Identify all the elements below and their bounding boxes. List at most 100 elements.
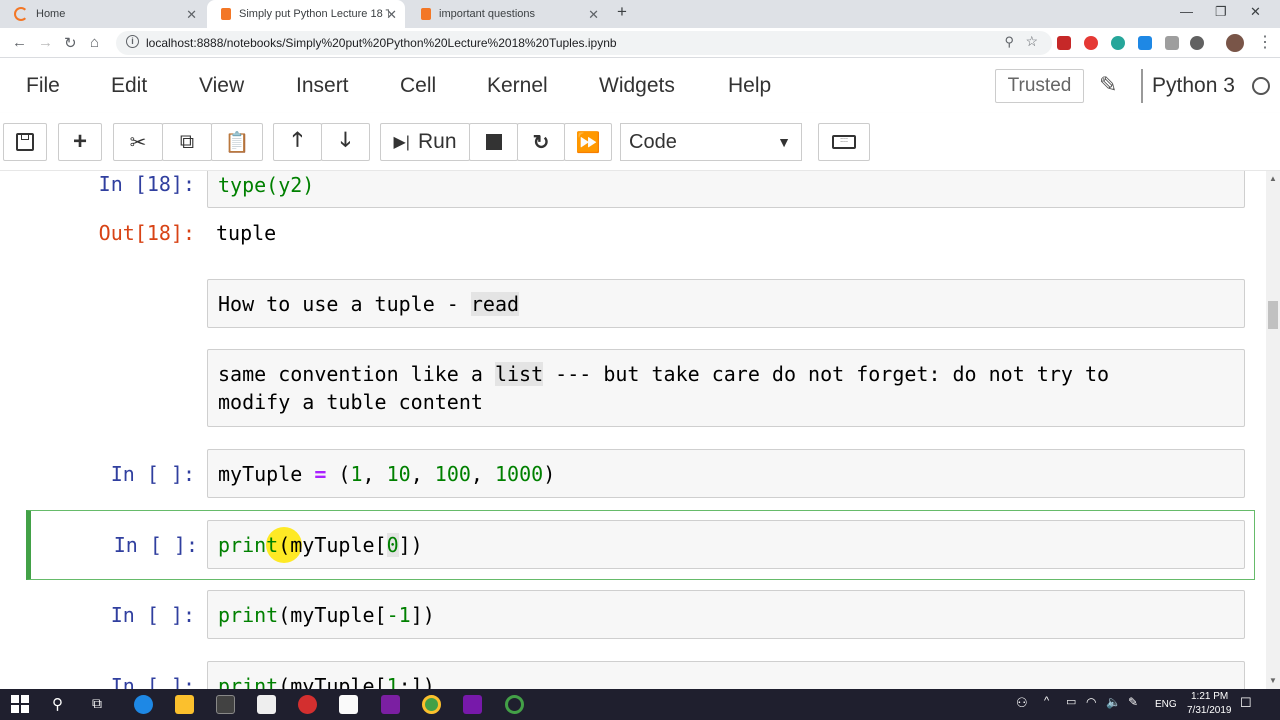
reload-icon[interactable]: ↻ xyxy=(64,34,77,52)
code-input[interactable]: print(myTuple[-1]) xyxy=(207,590,1245,639)
code-cell[interactable]: In [ ]: myTuple = (1, 10, 100, 1000) xyxy=(26,449,1255,499)
code-token: = xyxy=(314,462,327,486)
insert-cell-button[interactable]: + xyxy=(58,123,102,161)
extension-icon[interactable] xyxy=(1190,36,1204,50)
menu-edit[interactable]: Edit xyxy=(111,74,147,98)
move-down-button[interactable]: 🡓 xyxy=(321,123,370,161)
forward-icon[interactable]: → xyxy=(38,34,53,51)
markdown-input[interactable]: same convention like a list --- but take… xyxy=(207,349,1245,427)
restart-run-all-button[interactable]: ⏩ xyxy=(564,123,612,161)
markdown-cell[interactable]: How to use a tuple - read xyxy=(26,279,1255,329)
save-button[interactable] xyxy=(3,123,47,161)
code-input[interactable]: print(myTuple[0]) xyxy=(207,520,1245,569)
code-token: -1 xyxy=(386,603,411,627)
cut-button[interactable]: ✂ xyxy=(113,123,163,161)
wifi-icon[interactable]: ◠ xyxy=(1086,695,1105,714)
cell-type-select[interactable]: Code ▼ xyxy=(620,123,802,161)
menu-file[interactable]: File xyxy=(26,74,60,98)
scroll-up-icon[interactable]: ▲ xyxy=(1269,174,1277,183)
copy-button[interactable]: ⧉ xyxy=(162,123,212,161)
minimize-icon[interactable]: — xyxy=(1180,4,1193,19)
notebook-scrollbar[interactable]: ▲ ▼ xyxy=(1266,171,1280,689)
address-bar[interactable]: i localhost:8888/notebooks/Simply%20put%… xyxy=(116,31,1052,55)
notifications-icon[interactable]: ☐ xyxy=(1240,695,1259,714)
menu-insert[interactable]: Insert xyxy=(296,74,349,98)
chrome-icon[interactable] xyxy=(422,695,441,714)
browser-menu-icon[interactable]: ⋮ xyxy=(1257,32,1273,52)
code-input[interactable]: print(myTuple[1:]) xyxy=(207,661,1245,689)
tab-lecture[interactable]: Simply put Python Lecture 18 Tu ✕ xyxy=(207,0,405,28)
menu-view[interactable]: View xyxy=(199,74,244,98)
extension-icon[interactable] xyxy=(1138,36,1152,50)
code-input[interactable]: type(y2) xyxy=(207,171,1245,208)
code-cell[interactable]: In [ ]: print(myTuple[1:]) xyxy=(26,661,1255,689)
output-prompt: Out[18]: xyxy=(98,221,195,245)
trusted-button[interactable]: Trusted xyxy=(995,69,1084,103)
mail-icon[interactable] xyxy=(257,695,276,714)
clock-time[interactable]: 1:21 PM xyxy=(1191,691,1228,702)
move-up-button[interactable]: 🡑 xyxy=(273,123,322,161)
code-cell-selected[interactable]: In [ ]: print(myTuple[0]) xyxy=(26,510,1255,580)
scrollbar-thumb[interactable] xyxy=(1268,301,1278,329)
app-icon[interactable] xyxy=(381,695,400,714)
avatar[interactable] xyxy=(1226,34,1244,52)
input-prompt: In [ ]: xyxy=(113,533,198,557)
markdown-line: modify a tuble content xyxy=(218,390,483,414)
edit-pencil-icon[interactable]: ✎ xyxy=(1099,72,1117,98)
code-token: myTuple xyxy=(218,462,315,486)
run-button[interactable]: ▶| Run xyxy=(380,123,470,161)
interrupt-button[interactable] xyxy=(469,123,518,161)
document-icon[interactable] xyxy=(339,695,358,714)
task-view-icon[interactable]: ⧉ xyxy=(92,695,111,714)
menu-help[interactable]: Help xyxy=(728,74,771,98)
edge-icon[interactable] xyxy=(134,695,153,714)
close-tab-icon[interactable]: ✕ xyxy=(186,7,197,23)
step-forward-icon: ▶| xyxy=(393,134,410,151)
onenote-icon[interactable] xyxy=(463,695,482,714)
output-area: Out[18]: tuple xyxy=(26,219,1255,259)
clock-date[interactable]: 7/31/2019 xyxy=(1187,705,1232,716)
adblock-icon[interactable] xyxy=(1084,36,1098,50)
markdown-cell[interactable]: same convention like a list --- but take… xyxy=(26,349,1255,429)
code-cell[interactable]: In [ ]: print(myTuple[-1]) xyxy=(26,590,1255,640)
file-explorer-icon[interactable] xyxy=(175,695,194,714)
chevron-up-icon[interactable]: ^ xyxy=(1044,695,1063,714)
paste-button[interactable]: 📋 xyxy=(211,123,263,161)
close-window-icon[interactable]: ✕ xyxy=(1250,4,1261,20)
tab-home[interactable]: Home ✕ xyxy=(0,0,205,28)
new-tab-button[interactable]: + xyxy=(617,2,627,22)
code-input[interactable]: myTuple = (1, 10, 100, 1000) xyxy=(207,449,1245,498)
people-icon[interactable]: ⚇ xyxy=(1016,695,1035,714)
menu-widgets[interactable]: Widgets xyxy=(599,74,675,98)
scroll-down-icon[interactable]: ▼ xyxy=(1269,676,1277,685)
menu-kernel[interactable]: Kernel xyxy=(487,74,548,98)
pen-icon[interactable]: ✎ xyxy=(1128,695,1147,714)
extension-icon[interactable] xyxy=(1111,36,1125,50)
back-icon[interactable]: ← xyxy=(12,34,27,51)
site-info-icon[interactable]: i xyxy=(126,35,139,48)
tab-title: Simply put Python Lecture 18 Tu xyxy=(239,8,389,20)
volume-icon[interactable]: 🔈 xyxy=(1106,695,1125,714)
close-tab-icon[interactable]: ✕ xyxy=(588,7,599,23)
extension-icon[interactable] xyxy=(1165,36,1179,50)
command-palette-button[interactable]: :::: xyxy=(818,123,870,161)
maximize-icon[interactable]: ❐ xyxy=(1215,4,1227,20)
search-icon[interactable]: ⚲ xyxy=(52,695,71,714)
extension-icon[interactable] xyxy=(1057,36,1071,50)
language-indicator[interactable]: ENG xyxy=(1155,699,1177,710)
tab-important-questions[interactable]: important questions ✕ xyxy=(407,0,607,28)
restart-button[interactable]: ↻ xyxy=(517,123,565,161)
home-icon[interactable]: ⌂ xyxy=(90,34,99,51)
browser-tab-bar: Home ✕ Simply put Python Lecture 18 Tu ✕… xyxy=(0,0,1280,28)
bookmark-star-icon[interactable]: ☆ xyxy=(1025,33,1038,50)
store-icon[interactable] xyxy=(216,695,235,714)
markdown-input[interactable]: How to use a tuple - read xyxy=(207,279,1245,328)
windows-start-icon[interactable] xyxy=(11,695,30,714)
opera-icon[interactable] xyxy=(298,695,317,714)
app-icon[interactable] xyxy=(505,695,524,714)
close-tab-icon[interactable]: ✕ xyxy=(386,7,397,23)
battery-icon: ▭ xyxy=(1066,696,1077,708)
menu-cell[interactable]: Cell xyxy=(400,74,436,98)
code-cell[interactable]: In [18]: type(y2) xyxy=(26,171,1255,212)
zoom-icon[interactable]: ⚲ xyxy=(1004,34,1014,50)
